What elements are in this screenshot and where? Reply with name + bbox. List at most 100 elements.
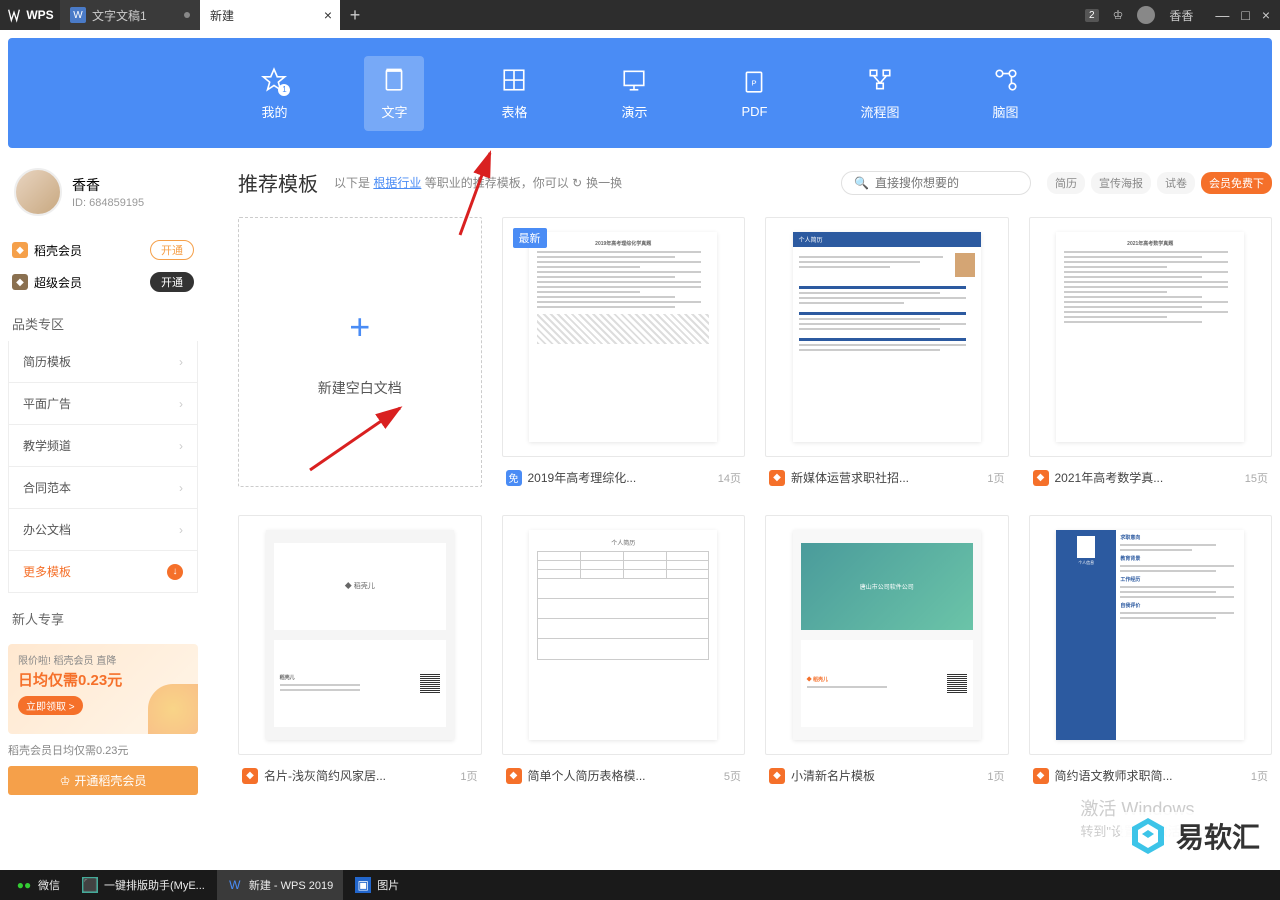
template-card[interactable]: 2021年高考数学真题 ◆2021年高考数学真...15页 [1029, 217, 1273, 487]
brand-watermark: 易软汇 [1120, 812, 1268, 860]
hot-badge-icon: ◆ [1033, 768, 1049, 784]
nav-mine[interactable]: 1 我的 [244, 56, 304, 131]
sidebar-item-ads[interactable]: 平面广告› [8, 383, 198, 425]
user-avatar-icon[interactable] [1137, 6, 1155, 24]
spreadsheet-icon [500, 66, 528, 94]
brand-logo-icon [1128, 816, 1168, 856]
hot-badge-icon: ◆ [1033, 470, 1049, 486]
profile-name: 香香 [72, 175, 144, 195]
super-member-icon: ◆ [12, 274, 28, 290]
newbie-note: 稻壳会员日均仅需0.23元 [8, 742, 198, 758]
windows-taskbar: ●●微信 ⬛一键排版助手(MyE... W新建 - WPS 2019 ▣图片 [0, 870, 1280, 900]
template-card[interactable]: 个人信息 求职意向教育背景工作经历自我评价 ◆简约语文教师求职简...1页 [1029, 515, 1273, 784]
membership-docer: ◆稻壳会员 开通 [8, 234, 198, 266]
free-badge-icon: 免 [506, 470, 522, 486]
template-card[interactable]: 个人简历 ◆简单个人简历表格模...5页 [502, 515, 746, 784]
template-card[interactable]: 个人简历 ◆新媒体运营求职社招...1页 [765, 217, 1009, 487]
hot-badge-icon: ◆ [769, 470, 785, 486]
search-icon: 🔍 [854, 176, 869, 190]
close-icon[interactable]: × [324, 7, 332, 23]
username-label: 香香 [1169, 7, 1193, 24]
newbie-promo-card[interactable]: 限价啦! 稻壳会员 直降 日均仅需0.23元 立即领取 > [8, 644, 198, 734]
minimize-icon[interactable]: — [1215, 7, 1229, 23]
image-icon: ▣ [355, 877, 371, 893]
nav-slide[interactable]: 演示 [604, 56, 664, 131]
download-icon: ↓ [167, 564, 183, 580]
template-preview: ◆ 稻壳儿 稻壳儿 [266, 530, 454, 739]
tab-document-1[interactable]: W 文字文稿1 [60, 0, 200, 30]
sidebar-item-office[interactable]: 办公文档› [8, 509, 198, 551]
template-preview: 2019年高考理综化学真题 [529, 232, 717, 441]
tag-resume[interactable]: 简历 [1047, 172, 1085, 194]
tab-new[interactable]: 新建 × [200, 0, 340, 30]
refresh-button[interactable]: ↻ 换一换 [572, 174, 622, 191]
taskbar-image[interactable]: ▣图片 [345, 870, 409, 900]
template-preview: 个人简历 [529, 530, 717, 739]
template-preview: 个人信息 求职意向教育背景工作经历自我评价 [1056, 530, 1244, 739]
more-templates-link[interactable]: 更多模板↓ [8, 551, 198, 593]
document-icon [380, 66, 408, 94]
nav-sheet[interactable]: 表格 [484, 56, 544, 131]
sidebar-item-teaching[interactable]: 教学频道› [8, 425, 198, 467]
nav-mindmap[interactable]: 脑图 [976, 56, 1036, 131]
notification-badge[interactable]: 2 [1085, 9, 1099, 22]
word-doc-icon: W [70, 7, 86, 23]
decoration-icon [148, 684, 198, 734]
activate-docer-button[interactable]: 开通 [150, 240, 194, 260]
docer-member-icon: ◆ [12, 242, 28, 258]
hot-badge-icon: ◆ [769, 768, 785, 784]
tag-exam[interactable]: 试卷 [1157, 172, 1195, 194]
taskbar-wechat[interactable]: ●●微信 [6, 870, 70, 900]
open-membership-button[interactable]: ♔开通稻壳会员 [8, 766, 198, 795]
maximize-icon[interactable]: □ [1241, 7, 1249, 23]
hot-badge-icon: ◆ [506, 768, 522, 784]
template-preview: 唐山市公司软件公司 ◆ 稻壳儿 [793, 530, 981, 739]
search-input[interactable]: 🔍 [841, 171, 1031, 195]
nav-flowchart[interactable]: 流程图 [844, 56, 915, 131]
hot-badge-icon: ◆ [242, 768, 258, 784]
star-icon: 1 [260, 66, 288, 94]
crown-icon[interactable]: ♔ [1113, 8, 1124, 22]
modified-indicator-icon [184, 12, 190, 18]
titlebar: WPS W 文字文稿1 新建 × + 2 ♔ 香香 — □ × [0, 0, 1280, 30]
mindmap-icon [992, 66, 1020, 94]
user-profile[interactable]: 香香 ID: 684859195 [8, 156, 198, 234]
newbie-title: 新人专享 [8, 593, 198, 636]
tag-member-free[interactable]: 会员免费下 [1201, 172, 1272, 194]
svg-text:P: P [752, 78, 757, 87]
template-card[interactable]: ◆ 稻壳儿 稻壳儿 ◆名片-浅灰简约风家居...1页 [238, 515, 482, 784]
nav-word[interactable]: 文字 [364, 56, 424, 131]
chevron-right-icon: › [179, 481, 183, 495]
app-icon: ⬛ [82, 877, 98, 893]
nav-pdf[interactable]: P PDF [724, 58, 784, 129]
chevron-right-icon: › [179, 523, 183, 537]
activate-super-button[interactable]: 开通 [150, 272, 194, 292]
claim-now-button[interactable]: 立即领取 > [18, 696, 83, 715]
sidebar-item-contract[interactable]: 合同范本› [8, 467, 198, 509]
wps-icon: W [227, 877, 243, 893]
chevron-right-icon: › [179, 439, 183, 453]
content-area: 推荐模板 以下是 根据行业 等职业的推荐模板，你可以 ↻ 换一换 🔍 简历 宣传… [238, 156, 1272, 878]
template-preview: 2021年高考数学真题 [1056, 232, 1244, 441]
taskbar-typeset[interactable]: ⬛一键排版助手(MyE... [72, 870, 215, 900]
template-preview: 个人简历 [793, 232, 981, 441]
categories-title: 品类专区 [8, 298, 198, 341]
template-card[interactable]: 唐山市公司软件公司 ◆ 稻壳儿 ◆小清新名片模板1页 [765, 515, 1009, 784]
page-subtitle: 以下是 根据行业 等职业的推荐模板，你可以 ↻ 换一换 [334, 174, 622, 192]
chevron-right-icon: › [179, 397, 183, 411]
presentation-icon [620, 66, 648, 94]
page-title: 推荐模板 [238, 168, 318, 197]
wps-logo[interactable]: WPS [0, 7, 60, 23]
taskbar-wps[interactable]: W新建 - WPS 2019 [217, 870, 343, 900]
sidebar: 香香 ID: 684859195 ◆稻壳会员 开通 ◆超级会员 开通 品类专区 … [8, 156, 198, 878]
plus-icon: + [349, 306, 370, 348]
sidebar-item-resume[interactable]: 简历模板› [8, 341, 198, 383]
close-window-icon[interactable]: × [1262, 7, 1270, 23]
template-card[interactable]: 最新 2019年高考理综化学真题 免2019年高考理综化...14页 [502, 217, 746, 487]
new-blank-card[interactable]: + 新建空白文档 [238, 217, 482, 487]
new-tab-button[interactable]: + [340, 5, 370, 26]
chevron-right-icon: › [179, 355, 183, 369]
industry-link[interactable]: 根据行业 [373, 176, 421, 190]
tag-poster[interactable]: 宣传海报 [1091, 172, 1151, 194]
profile-uid: ID: 684859195 [72, 197, 144, 209]
